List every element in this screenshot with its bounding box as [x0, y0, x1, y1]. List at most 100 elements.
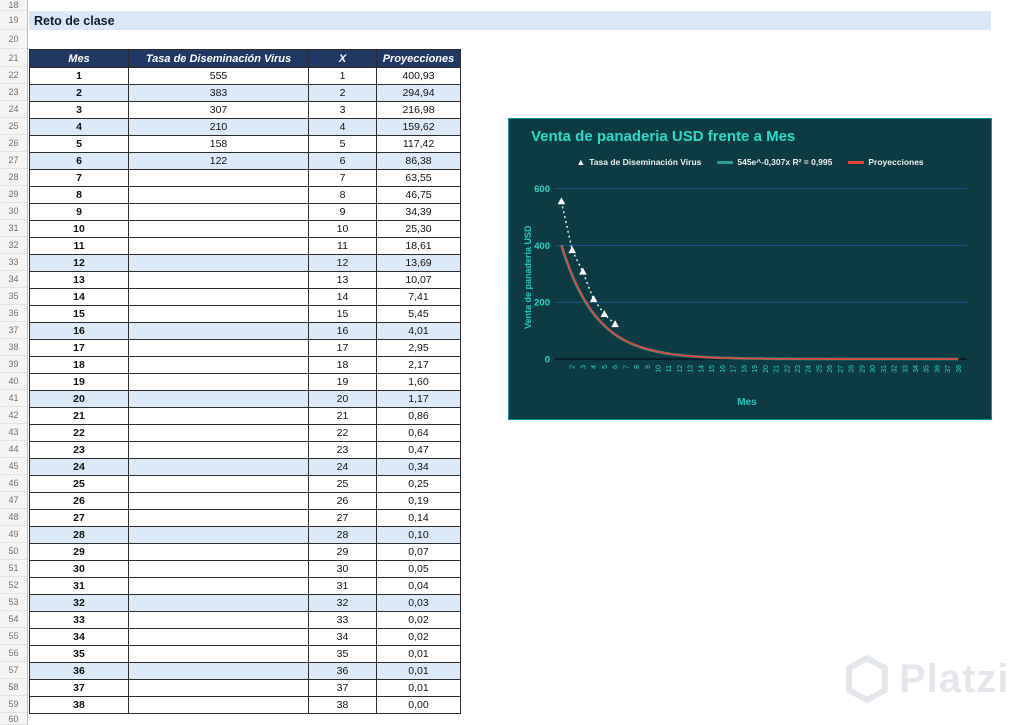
cell-mes[interactable]: 11 — [30, 238, 129, 255]
cell-mes[interactable]: 30 — [30, 561, 129, 578]
row-number[interactable]: 36 — [0, 305, 27, 322]
row-number[interactable]: 39 — [0, 356, 27, 373]
cell-tasa[interactable] — [129, 578, 309, 595]
cell-mes[interactable]: 1 — [30, 68, 129, 85]
cell-x[interactable]: 24 — [309, 459, 377, 476]
cell-mes[interactable]: 4 — [30, 119, 129, 136]
row-number[interactable]: 43 — [0, 424, 27, 441]
row-number[interactable]: 26 — [0, 135, 27, 152]
cell-tasa[interactable] — [129, 510, 309, 527]
cell-proy[interactable]: 7,41 — [377, 289, 461, 306]
cell-tasa[interactable]: 210 — [129, 119, 309, 136]
cell-mes[interactable]: 10 — [30, 221, 129, 238]
row-number[interactable]: 23 — [0, 84, 27, 101]
cell-x[interactable]: 32 — [309, 595, 377, 612]
header-proyecciones[interactable]: Proyecciones — [377, 50, 461, 68]
sheet-title-cell[interactable]: Reto de clase — [29, 11, 991, 30]
row-number[interactable]: 44 — [0, 441, 27, 458]
cell-tasa[interactable] — [129, 238, 309, 255]
cell-mes[interactable]: 22 — [30, 425, 129, 442]
cell-tasa[interactable] — [129, 170, 309, 187]
cell-x[interactable]: 34 — [309, 629, 377, 646]
cell-tasa[interactable] — [129, 272, 309, 289]
cell-x[interactable]: 36 — [309, 663, 377, 680]
cell-x[interactable]: 29 — [309, 544, 377, 561]
header-x[interactable]: X — [309, 50, 377, 68]
legend-item-scatter[interactable]: ▲ Tasa de Diseminación Virus — [576, 157, 701, 167]
cell-mes[interactable]: 16 — [30, 323, 129, 340]
cell-tasa[interactable] — [129, 595, 309, 612]
cell-x[interactable]: 13 — [309, 272, 377, 289]
cell-proy[interactable]: 2,17 — [377, 357, 461, 374]
cell-proy[interactable]: 117,42 — [377, 136, 461, 153]
row-number[interactable]: 56 — [0, 645, 27, 662]
row-number[interactable]: 19 — [0, 11, 27, 30]
row-number[interactable]: 24 — [0, 101, 27, 118]
cell-x[interactable]: 30 — [309, 561, 377, 578]
cell-mes[interactable]: 5 — [30, 136, 129, 153]
header-mes[interactable]: Mes — [30, 50, 129, 68]
row-number[interactable]: 20 — [0, 30, 27, 49]
cell-x[interactable]: 10 — [309, 221, 377, 238]
cell-x[interactable]: 6 — [309, 153, 377, 170]
row-number[interactable]: 57 — [0, 662, 27, 679]
cell-proy[interactable]: 0,03 — [377, 595, 461, 612]
cell-x[interactable]: 3 — [309, 102, 377, 119]
cell-tasa[interactable]: 307 — [129, 102, 309, 119]
row-number[interactable]: 48 — [0, 509, 27, 526]
plot-area[interactable]: 02004006002 3 4 5 6 7 8 9 10 11 12 13 14 15 16 17 18 19 20… — [521, 173, 973, 399]
cell-tasa[interactable] — [129, 340, 309, 357]
cell-mes[interactable]: 17 — [30, 340, 129, 357]
cell-mes[interactable]: 27 — [30, 510, 129, 527]
chart-panel[interactable]: Venta de panaderia USD frente a Mes ▲ Ta… — [508, 118, 992, 420]
row-number[interactable]: 38 — [0, 339, 27, 356]
cell-proy[interactable]: 0,02 — [377, 629, 461, 646]
cell-tasa[interactable] — [129, 527, 309, 544]
cell-x[interactable]: 12 — [309, 255, 377, 272]
cell-x[interactable]: 16 — [309, 323, 377, 340]
row-number[interactable]: 41 — [0, 390, 27, 407]
cell-proy[interactable]: 0,19 — [377, 493, 461, 510]
cell-mes[interactable]: 29 — [30, 544, 129, 561]
cell-x[interactable]: 35 — [309, 646, 377, 663]
cell-mes[interactable]: 35 — [30, 646, 129, 663]
cell-mes[interactable]: 8 — [30, 187, 129, 204]
row-number[interactable]: 50 — [0, 543, 27, 560]
cell-x[interactable]: 4 — [309, 119, 377, 136]
row-number[interactable]: 33 — [0, 254, 27, 271]
cell-tasa[interactable] — [129, 476, 309, 493]
cell-tasa[interactable] — [129, 697, 309, 714]
cell-proy[interactable]: 0,01 — [377, 680, 461, 697]
row-number[interactable]: 53 — [0, 594, 27, 611]
cell-mes[interactable]: 28 — [30, 527, 129, 544]
cell-x[interactable]: 14 — [309, 289, 377, 306]
cell-proy[interactable]: 294,94 — [377, 85, 461, 102]
cell-proy[interactable]: 46,75 — [377, 187, 461, 204]
cell-tasa[interactable] — [129, 544, 309, 561]
cell-proy[interactable]: 0,14 — [377, 510, 461, 527]
row-number[interactable]: 32 — [0, 237, 27, 254]
cell-proy[interactable]: 400,93 — [377, 68, 461, 85]
cell-mes[interactable]: 18 — [30, 357, 129, 374]
row-number[interactable]: 18 — [0, 0, 27, 11]
cell-proy[interactable]: 0,25 — [377, 476, 461, 493]
cell-tasa[interactable] — [129, 323, 309, 340]
cell-tasa[interactable] — [129, 561, 309, 578]
cell-mes[interactable]: 31 — [30, 578, 129, 595]
legend-item-proyecciones[interactable]: Proyecciones — [848, 157, 924, 167]
row-number[interactable]: 49 — [0, 526, 27, 543]
header-tasa[interactable]: Tasa de Diseminación Virus — [129, 50, 309, 68]
cell-proy[interactable]: 0,01 — [377, 663, 461, 680]
cell-proy[interactable]: 0,07 — [377, 544, 461, 561]
cell-proy[interactable]: 10,07 — [377, 272, 461, 289]
cell-x[interactable]: 5 — [309, 136, 377, 153]
row-number[interactable]: 27 — [0, 152, 27, 169]
cell-proy[interactable]: 63,55 — [377, 170, 461, 187]
row-number[interactable]: 40 — [0, 373, 27, 390]
cell-mes[interactable]: 23 — [30, 442, 129, 459]
cell-tasa[interactable] — [129, 374, 309, 391]
cell-mes[interactable]: 21 — [30, 408, 129, 425]
cell-x[interactable]: 38 — [309, 697, 377, 714]
cell-x[interactable]: 9 — [309, 204, 377, 221]
cell-x[interactable]: 23 — [309, 442, 377, 459]
